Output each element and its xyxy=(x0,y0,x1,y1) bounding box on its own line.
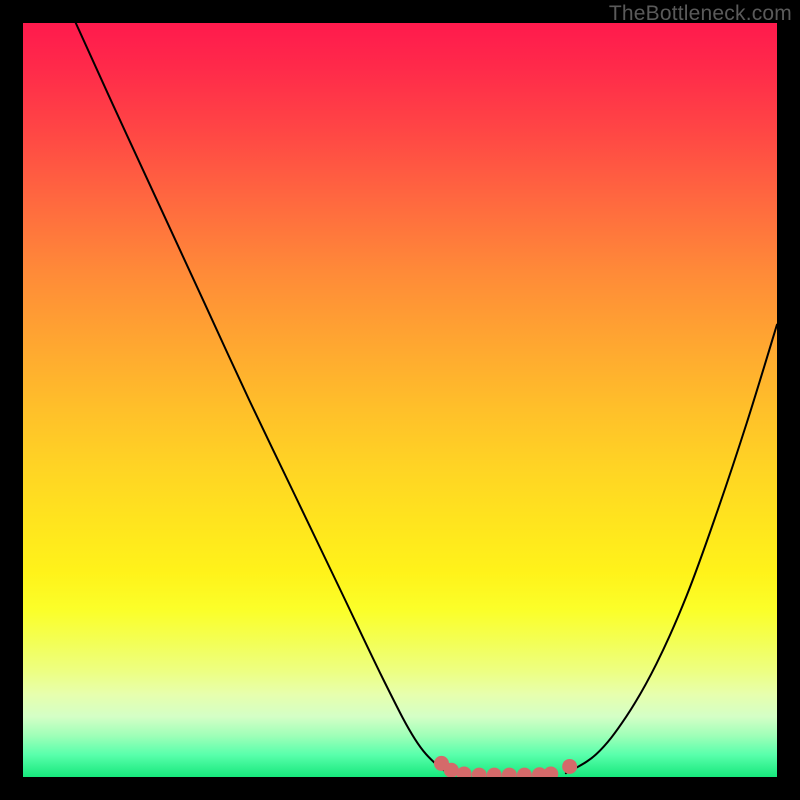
data-marker xyxy=(472,768,487,777)
series-left-curve xyxy=(76,23,453,775)
data-marker xyxy=(502,768,517,777)
curve-layer xyxy=(23,23,777,777)
data-marker xyxy=(457,766,472,777)
plot-area xyxy=(23,23,777,777)
data-marker xyxy=(543,766,558,777)
data-marker xyxy=(517,768,532,777)
chart-frame: TheBottleneck.com xyxy=(0,0,800,800)
data-marker xyxy=(562,759,577,774)
series-right-curve xyxy=(566,325,777,774)
data-marker xyxy=(487,768,502,777)
watermark-text: TheBottleneck.com xyxy=(609,2,792,26)
